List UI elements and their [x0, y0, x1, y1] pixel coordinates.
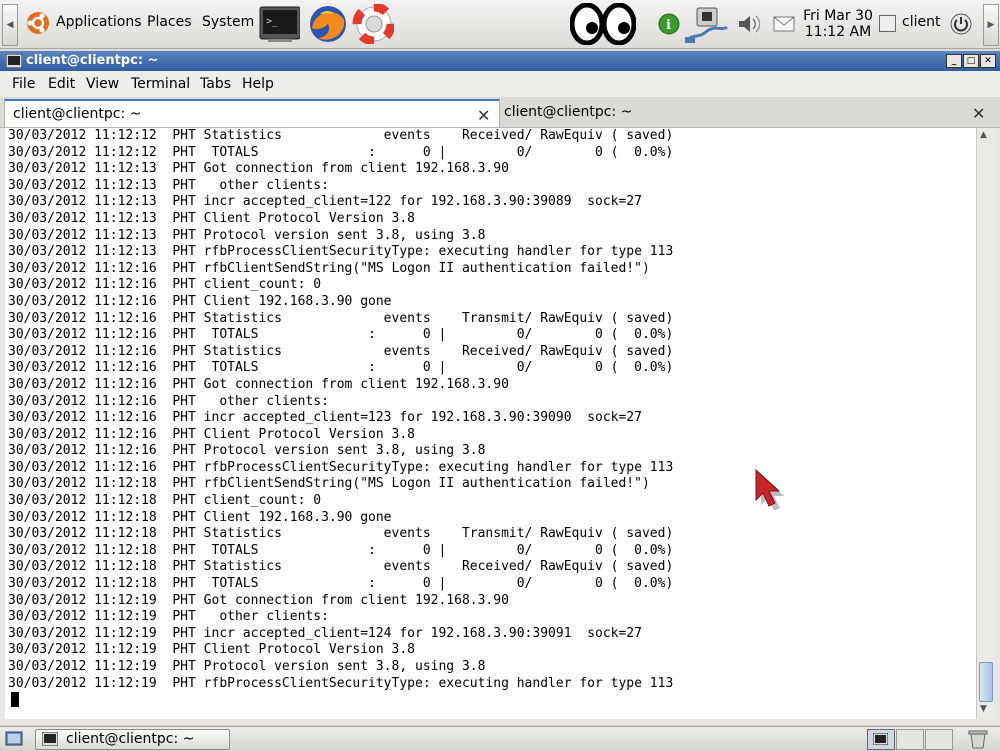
volume-icon[interactable]	[736, 13, 760, 35]
user-switcher-icon	[879, 15, 896, 32]
terminal-line: 30/03/2012 11:12:16 PHT rfbProcessClient…	[8, 459, 674, 475]
clock[interactable]: Fri Mar 30 11:12 AM	[803, 8, 873, 40]
terminal-line: 30/03/2012 11:12:16 PHT Statistics event…	[8, 310, 674, 326]
menu-view[interactable]: View	[86, 76, 119, 92]
applications-menu[interactable]: Applications	[56, 14, 142, 30]
terminal-line: 30/03/2012 11:12:18 PHT TOTALS : 0 | 0/ …	[8, 576, 674, 592]
taskbar-task-label: client@clientpc: ~	[66, 731, 195, 747]
terminal-line: 30/03/2012 11:12:16 PHT Statistics event…	[8, 343, 674, 359]
maximize-button[interactable]: □	[963, 54, 979, 68]
firefox-launcher-icon[interactable]	[306, 4, 348, 44]
shutdown-icon[interactable]	[949, 12, 973, 36]
terminal-line: 30/03/2012 11:12:18 PHT Statistics event…	[8, 526, 674, 542]
terminal-line: 30/03/2012 11:12:12 PHT TOTALS : 0 | 0/ …	[8, 144, 674, 160]
tab-label: client@clientpc: ~	[504, 104, 633, 120]
terminal-line: 30/03/2012 11:12:13 PHT Got connection f…	[8, 161, 509, 177]
terminal-line: 30/03/2012 11:12:19 PHT Protocol version…	[8, 659, 486, 674]
info-notification-icon[interactable]: i	[657, 12, 681, 36]
terminal-output[interactable]: 30/03/2012 11:12:12 PHT Statistics event…	[5, 128, 976, 719]
tab-inactive[interactable]: client@clientpc: ~ ✕	[498, 99, 992, 125]
terminal-line: 30/03/2012 11:12:16 PHT Got connection f…	[8, 376, 509, 392]
window-terminal-icon[interactable]	[6, 54, 22, 68]
window-title: client@clientpc: ~	[26, 53, 159, 68]
network-connection-icon[interactable]	[683, 5, 729, 45]
clock-date: Fri Mar 30	[803, 8, 873, 24]
menu-bar: File Edit View Terminal Tabs Help	[0, 71, 1000, 97]
close-tab-icon[interactable]: ✕	[477, 106, 490, 125]
tab-bar: client@clientpc: ~ ✕ client@clientpc: ~ …	[0, 97, 1000, 128]
terminal-launcher-icon[interactable]: >_	[258, 4, 300, 44]
panel-scroll-right-button[interactable]: ▶	[983, 4, 999, 46]
user-name[interactable]: client	[902, 14, 940, 30]
terminal-scrollbar[interactable]: ▲ ▼	[976, 128, 994, 719]
close-window-button[interactable]: ✕	[980, 54, 996, 68]
terminal-line: 30/03/2012 11:12:19 PHT incr accepted_cl…	[8, 625, 642, 641]
help-lifebuoy-icon[interactable]	[352, 4, 394, 44]
terminal-prompt-line	[5, 692, 976, 709]
taskbar-terminal-button[interactable]: client@clientpc: ~	[35, 729, 230, 750]
terminal-line: 30/03/2012 11:12:16 PHT client_count: 0	[8, 277, 322, 293]
xeyes-icon	[570, 3, 636, 45]
terminal-line: 30/03/2012 11:12:18 PHT Client 192.168.3…	[8, 509, 392, 525]
svg-text:>_: >_	[266, 16, 279, 27]
terminal-line: 30/03/2012 11:12:18 PHT client_count: 0	[8, 493, 322, 509]
close-tab-icon[interactable]: ✕	[972, 104, 985, 123]
terminal-line: 30/03/2012 11:12:13 PHT incr accepted_cl…	[8, 194, 642, 210]
system-menu[interactable]: System	[202, 14, 254, 30]
terminal-line: 30/03/2012 11:12:16 PHT Client 192.168.3…	[8, 293, 392, 309]
panel-scroll-left-button[interactable]: ◀	[2, 4, 18, 46]
places-menu[interactable]: Places	[147, 14, 192, 30]
terminal-line: 30/03/2012 11:12:16 PHT incr accepted_cl…	[8, 410, 642, 426]
terminal-cursor	[11, 692, 19, 708]
terminal-line: 30/03/2012 11:12:16 PHT TOTALS : 0 | 0/ …	[8, 327, 674, 343]
menu-edit[interactable]: Edit	[48, 76, 75, 92]
workspace-1[interactable]	[867, 729, 895, 750]
workspace-2[interactable]	[896, 729, 924, 750]
scroll-down-arrow-icon[interactable]: ▼	[980, 704, 987, 714]
terminal-line: 30/03/2012 11:12:16 PHT Protocol version…	[8, 443, 486, 459]
clock-time: 11:12 AM	[804, 24, 872, 40]
terminal-line: 30/03/2012 11:12:18 PHT Statistics event…	[8, 559, 674, 575]
terminal-line: 30/03/2012 11:12:16 PHT other clients:	[8, 393, 329, 409]
terminal-line: 30/03/2012 11:12:16 PHT rfbClientSendStr…	[8, 260, 650, 276]
window-titlebar[interactable]: client@clientpc: ~ _ □ ✕	[0, 51, 1000, 71]
menu-file[interactable]: File	[12, 76, 35, 92]
taskbar-terminal-icon	[42, 732, 58, 746]
terminal-line: 30/03/2012 11:12:19 PHT other clients:	[8, 609, 329, 625]
terminal-line: 30/03/2012 11:12:16 PHT Client Protocol …	[8, 426, 415, 442]
terminal-line: 30/03/2012 11:12:18 PHT TOTALS : 0 | 0/ …	[8, 542, 674, 558]
terminal-line: 30/03/2012 11:12:13 PHT other clients:	[8, 177, 329, 193]
workspace-3[interactable]	[925, 729, 953, 750]
terminal-line: 30/03/2012 11:12:13 PHT Protocol version…	[8, 227, 486, 243]
terminal-line: 30/03/2012 11:12:19 PHT rfbProcessClient…	[8, 675, 674, 691]
svg-text:i: i	[666, 18, 671, 33]
terminal-line: 30/03/2012 11:12:19 PHT Got connection f…	[8, 592, 509, 608]
show-desktop-icon[interactable]	[5, 730, 23, 748]
scroll-up-arrow-icon[interactable]: ▲	[980, 130, 987, 140]
trash-icon[interactable]	[965, 728, 991, 750]
terminal-line: 30/03/2012 11:12:12 PHT Statistics event…	[8, 128, 674, 143]
mouse-pointer-icon	[755, 468, 784, 510]
mail-icon[interactable]	[772, 15, 796, 33]
ubuntu-logo-icon	[27, 12, 49, 34]
menu-terminal[interactable]: Terminal	[131, 76, 190, 92]
menu-tabs[interactable]: Tabs	[200, 76, 231, 92]
menu-help[interactable]: Help	[242, 76, 274, 92]
top-panel: ◀ Applications Places System >_ i Fri Ma…	[0, 0, 1000, 49]
terminal-window: client@clientpc: ~ _ □ ✕ File Edit View …	[0, 51, 1000, 725]
terminal-line: 30/03/2012 11:12:13 PHT rfbProcessClient…	[8, 244, 674, 260]
tab-label: client@clientpc: ~	[13, 106, 142, 122]
terminal-line: 30/03/2012 11:12:16 PHT TOTALS : 0 | 0/ …	[8, 360, 674, 376]
scrollbar-thumb[interactable]	[979, 662, 993, 702]
terminal-line: 30/03/2012 11:12:13 PHT Client Protocol …	[8, 210, 415, 226]
bottom-panel: client@clientpc: ~	[0, 726, 1000, 751]
terminal-line: 30/03/2012 11:12:19 PHT Client Protocol …	[8, 642, 415, 658]
minimize-button[interactable]: _	[946, 54, 962, 68]
tab-active[interactable]: client@clientpc: ~ ✕	[4, 99, 500, 127]
workspace-terminal-icon	[873, 733, 888, 745]
terminal-line: 30/03/2012 11:12:18 PHT rfbClientSendStr…	[8, 476, 650, 492]
